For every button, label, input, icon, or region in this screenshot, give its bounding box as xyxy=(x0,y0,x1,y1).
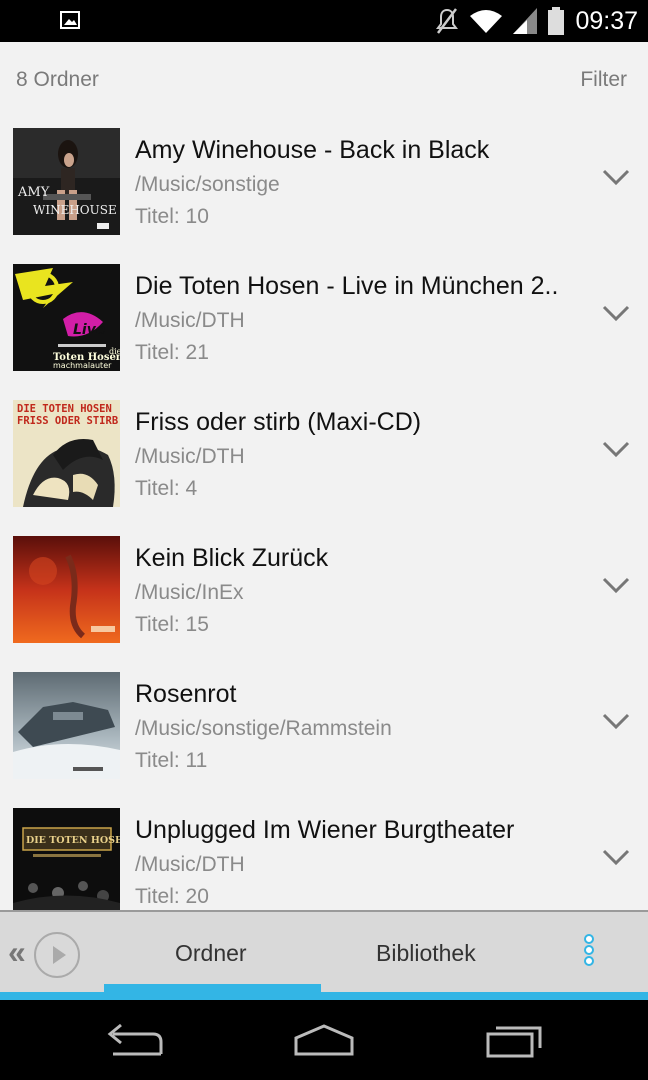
folder-path: /Music/InEx xyxy=(135,581,244,604)
album-cover: Live die Toten Hosen machmalauter xyxy=(13,264,120,371)
cover-text-line1: DIE TOTEN HOSEN xyxy=(26,835,120,846)
cover-text-line2: WINEHOUSE xyxy=(33,203,117,217)
cover-text-line1: AMY xyxy=(17,185,50,200)
album-cover-friss-oder-stirb: DIE TOTEN HOSEN FRISS ODER STIRB xyxy=(13,400,120,507)
filter-button[interactable]: Filter xyxy=(580,68,627,92)
folder-title: Rosenrot xyxy=(135,680,237,708)
chevron-down-icon[interactable] xyxy=(601,712,631,730)
svg-text:Live: Live xyxy=(73,322,105,338)
folder-item[interactable]: DIE TOTEN HOSEN FRISS ODER STIRB Friss o… xyxy=(0,390,648,526)
signal-icon xyxy=(513,8,538,34)
collapse-player-button[interactable]: « xyxy=(8,934,26,971)
folder-title: Friss oder stirb (Maxi-CD) xyxy=(135,408,422,436)
folder-path: /Music/DTH xyxy=(135,853,245,876)
mute-icon xyxy=(436,8,459,34)
album-cover: DIE TOTEN HOSEN FRISS ODER STIRB xyxy=(13,400,120,507)
album-cover-rosenrot xyxy=(13,672,120,779)
album-cover-amy-winehouse: AMY WINEHOUSE xyxy=(13,128,120,235)
folder-item[interactable]: Rosenrot /Music/sonstige/Rammstein Titel… xyxy=(0,662,648,798)
folder-title: Amy Winehouse - Back in Black xyxy=(135,136,490,164)
folder-item[interactable]: Kein Blick Zurück /Music/InEx Titel: 15 xyxy=(0,526,648,662)
folder-list[interactable]: AMY WINEHOUSE Amy Winehouse - Back in Bl… xyxy=(0,118,648,910)
folder-path: /Music/sonstige xyxy=(135,173,280,196)
status-bar: 09:37 xyxy=(0,0,648,42)
folder-path: /Music/DTH xyxy=(135,309,245,332)
folder-track-count: Titel: 21 xyxy=(135,341,209,364)
image-notification-icon xyxy=(60,11,80,29)
album-cover-dth-live: Live die Toten Hosen machmalauter xyxy=(13,264,120,371)
cover-text-line3: machmalauter xyxy=(53,361,112,370)
tab-ordner[interactable]: Ordner xyxy=(175,940,247,967)
system-nav-bar xyxy=(0,1000,648,1080)
chevron-down-icon[interactable] xyxy=(601,168,631,186)
chevron-down-icon[interactable] xyxy=(601,576,631,594)
album-cover: DIE TOTEN HOSEN xyxy=(13,808,120,910)
recent-apps-icon[interactable] xyxy=(484,1020,544,1060)
folder-path: /Music/DTH xyxy=(135,445,245,468)
bottom-tab-bar: « Ordner Bibliothek xyxy=(0,910,648,1000)
folder-track-count: Titel: 4 xyxy=(135,477,198,500)
folder-title: Kein Blick Zurück xyxy=(135,544,329,572)
active-tab-indicator xyxy=(104,984,321,992)
folder-path: /Music/sonstige/Rammstein xyxy=(135,717,392,740)
album-cover xyxy=(13,672,120,779)
folder-title: Unplugged Im Wiener Burgtheater xyxy=(135,816,515,844)
album-cover: AMY WINEHOUSE xyxy=(13,128,120,235)
album-cover-unplugged: DIE TOTEN HOSEN xyxy=(13,808,120,910)
chevron-down-icon[interactable] xyxy=(601,440,631,458)
play-button[interactable] xyxy=(34,932,80,978)
tab-bar-accent-line xyxy=(0,992,648,1000)
folder-item[interactable]: AMY WINEHOUSE Amy Winehouse - Back in Bl… xyxy=(0,118,648,254)
folder-title: Die Toten Hosen - Live in München 2.. xyxy=(135,272,559,300)
wifi-icon xyxy=(470,10,503,33)
folder-track-count: Titel: 15 xyxy=(135,613,209,636)
status-time: 09:37 xyxy=(575,6,638,35)
folder-item[interactable]: DIE TOTEN HOSEN Unplugged Im Wiener Burg… xyxy=(0,798,648,910)
folder-track-count: Titel: 11 xyxy=(135,749,208,772)
tab-bibliothek[interactable]: Bibliothek xyxy=(376,940,476,967)
folder-count-label: 8 Ordner xyxy=(16,68,99,91)
overflow-menu-icon[interactable] xyxy=(581,934,597,978)
chevron-down-icon[interactable] xyxy=(601,304,631,322)
folder-list-header: 8 Ordner Filter xyxy=(0,42,648,118)
folder-item[interactable]: Live die Toten Hosen machmalauter Die To… xyxy=(0,254,648,390)
folder-track-count: Titel: 10 xyxy=(135,205,209,228)
cover-text-line2: FRISS ODER STIRB xyxy=(17,415,118,427)
battery-icon xyxy=(548,7,565,35)
album-cover xyxy=(13,536,120,643)
cover-text-line1: DIE TOTEN HOSEN xyxy=(17,403,112,415)
chevron-down-icon[interactable] xyxy=(601,848,631,866)
back-icon[interactable] xyxy=(105,1020,165,1060)
album-cover-kein-blick-zurueck xyxy=(13,536,120,643)
folder-track-count: Titel: 20 xyxy=(135,885,209,908)
home-icon[interactable] xyxy=(292,1020,356,1060)
